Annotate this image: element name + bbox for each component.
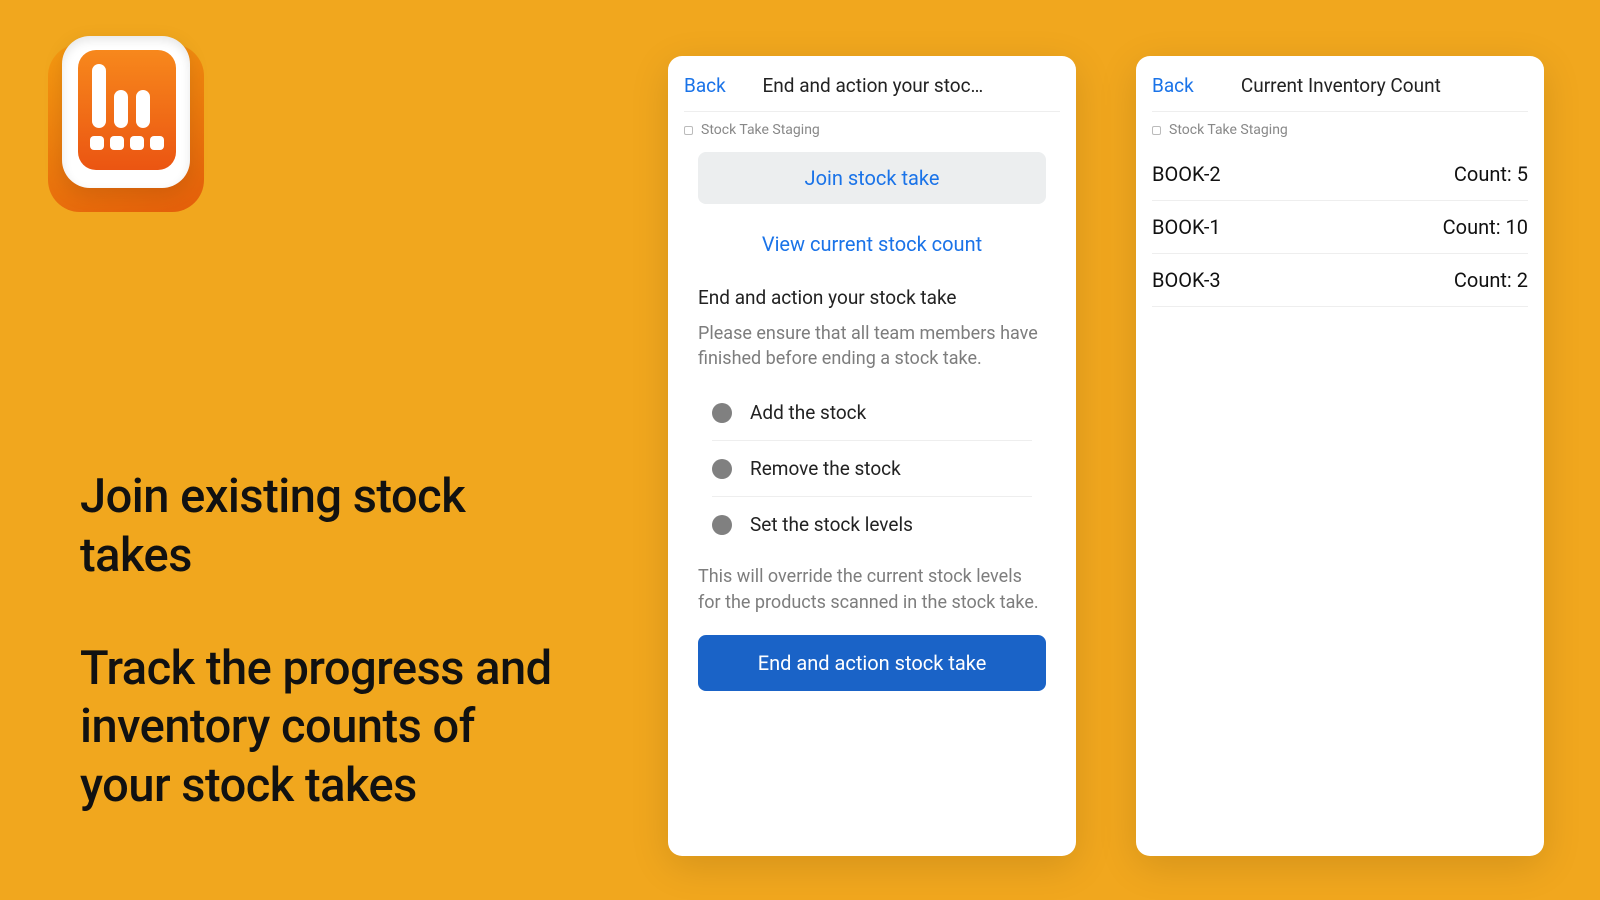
inventory-item-name: BOOK-2 [1152, 162, 1221, 186]
hero-headline-1: Join existing stock takes [80, 468, 560, 586]
inventory-item-count: Count: 2 [1454, 268, 1528, 292]
inventory-item-count: Count: 10 [1443, 215, 1528, 239]
action-options: Add the stock Remove the stock Set the s… [712, 385, 1032, 552]
radio-icon [712, 515, 732, 535]
inventory-row[interactable]: BOOK-2 Count: 5 [1152, 148, 1528, 201]
inventory-item-name: BOOK-3 [1152, 268, 1221, 292]
inventory-list: BOOK-2 Count: 5 BOOK-1 Count: 10 BOOK-3 … [1152, 148, 1528, 307]
option-label: Set the stock levels [750, 513, 913, 536]
breadcrumb-label: Stock Take Staging [1169, 122, 1288, 138]
section-title: End and action your stock take [668, 276, 1076, 317]
radio-icon [712, 459, 732, 479]
nav-header: Back End and action your stoc… [668, 56, 1076, 111]
inventory-row[interactable]: BOOK-3 Count: 2 [1152, 254, 1528, 307]
inventory-item-name: BOOK-1 [1152, 215, 1221, 239]
back-button[interactable]: Back [1152, 74, 1194, 97]
option-remove-stock[interactable]: Remove the stock [712, 441, 1032, 497]
back-button[interactable]: Back [684, 74, 726, 97]
screen-inventory-count: Back Current Inventory Count Stock Take … [1136, 56, 1544, 856]
hero-text: Join existing stock takes Track the prog… [80, 468, 560, 816]
hero-headline-2: Track the progress and inventory counts … [80, 640, 560, 816]
inventory-row[interactable]: BOOK-1 Count: 10 [1152, 201, 1528, 254]
breadcrumb[interactable]: Stock Take Staging [1136, 112, 1544, 148]
radio-icon [712, 403, 732, 423]
section-description: Please ensure that all team members have… [668, 317, 1076, 385]
breadcrumb[interactable]: Stock Take Staging [668, 112, 1076, 148]
end-action-button[interactable]: End and action stock take [698, 635, 1046, 691]
breadcrumb-icon [1152, 126, 1161, 135]
page-title: Current Inventory Count [1194, 74, 1528, 97]
option-label: Add the stock [750, 401, 866, 424]
join-stock-take-button[interactable]: Join stock take [698, 152, 1046, 204]
override-note: This will override the current stock lev… [668, 552, 1076, 628]
view-current-count-link[interactable]: View current stock count [668, 204, 1076, 276]
option-label: Remove the stock [750, 457, 901, 480]
breadcrumb-label: Stock Take Staging [701, 122, 820, 138]
breadcrumb-icon [684, 126, 693, 135]
nav-header: Back Current Inventory Count [1136, 56, 1544, 111]
option-set-stock-levels[interactable]: Set the stock levels [712, 497, 1032, 552]
app-icon [48, 36, 204, 212]
screen-end-action: Back End and action your stoc… Stock Tak… [668, 56, 1076, 856]
page-title: End and action your stoc… [726, 74, 1060, 97]
inventory-item-count: Count: 5 [1454, 162, 1528, 186]
option-add-stock[interactable]: Add the stock [712, 385, 1032, 441]
